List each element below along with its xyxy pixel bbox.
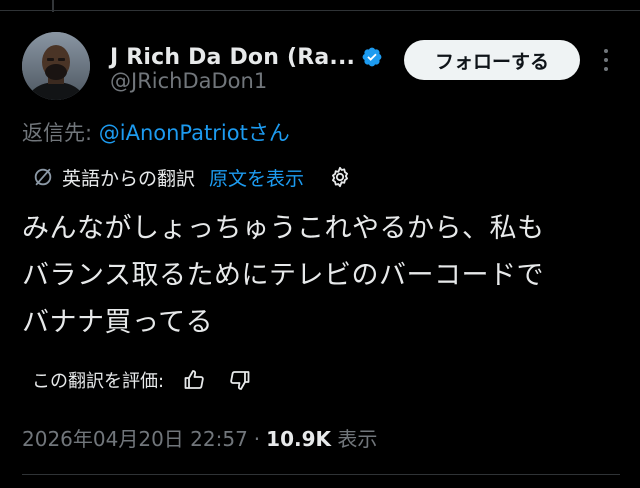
verified-badge-icon <box>362 47 382 67</box>
more-vertical-icon[interactable] <box>596 49 616 71</box>
meta-separator: · <box>253 427 261 451</box>
rate-translation: この翻訳を評価: <box>32 366 252 394</box>
rate-translation-label: この翻訳を評価: <box>32 371 165 392</box>
tweet-detail: J Rich Da Don (Ra... @JRichDaDon1 フォローする… <box>0 0 640 488</box>
reply-to-handle-link[interactable]: @iAnonPatriot <box>99 121 248 145</box>
translated-from-label: 英語からの翻訳 <box>62 167 196 190</box>
author-name-row[interactable]: J Rich Da Don (Ra... <box>110 42 383 72</box>
avatar-image <box>22 32 90 100</box>
bottom-divider <box>22 474 620 475</box>
tweet-meta: 2026年04月20日 22:57 · 10.9K 表示 <box>22 423 377 452</box>
thumbs-up-icon[interactable] <box>182 368 206 392</box>
translate-icon <box>34 168 52 186</box>
gear-icon[interactable] <box>328 165 352 189</box>
follow-button[interactable]: フォローする <box>404 40 580 80</box>
thumbs-down-icon[interactable] <box>228 368 252 392</box>
views-label: 表示 <box>337 427 378 451</box>
display-name[interactable]: J Rich Da Don (Ra... <box>110 45 355 70</box>
reply-prefix: 返信先: <box>22 121 99 145</box>
avatar[interactable] <box>22 32 90 100</box>
author-handle[interactable]: @JRichDaDon1 <box>110 69 267 93</box>
tweet-text: みんながしょっちゅうこれやるから、私も バランス取るためにテレビのバーコードで … <box>22 213 545 338</box>
views-count: 10.9K <box>266 427 331 451</box>
translation-info: 英語からの翻訳 原文を表示 <box>32 164 352 190</box>
timestamp[interactable]: 2026年04月20日 22:57 <box>22 427 248 451</box>
top-divider <box>0 10 640 11</box>
reply-suffix[interactable]: さん <box>248 121 290 145</box>
replying-to: 返信先: @iAnonPatriotさん <box>22 117 290 147</box>
show-original-link[interactable]: 原文を表示 <box>209 164 304 191</box>
